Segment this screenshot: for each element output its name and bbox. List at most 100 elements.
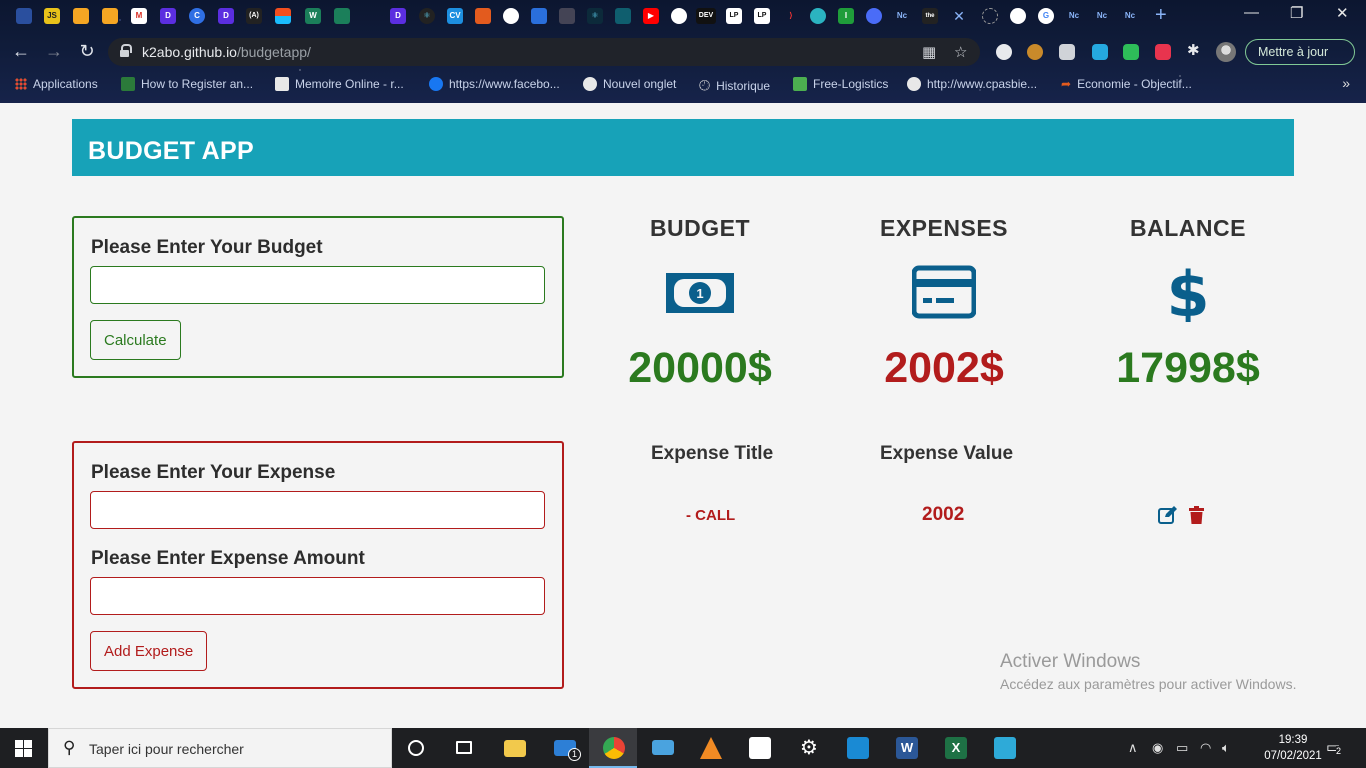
bookmark-facebook[interactable]: https://www.facebo... [429, 77, 560, 91]
url-text[interactable]: k2abo.github.io/budgetapp/ [142, 44, 311, 60]
reload-icon[interactable]: ↻ [76, 41, 98, 62]
tab-favicon-react[interactable]: ⚛ [419, 8, 435, 24]
notification-center-icon[interactable]: ▭ 2 [1326, 738, 1342, 756]
extension-icon-1[interactable] [996, 44, 1012, 60]
tab-favicon-21[interactable] [615, 8, 631, 24]
taskbar-mail[interactable]: 1 [540, 728, 588, 768]
tab-favicon-20[interactable]: ⚛ [587, 8, 603, 24]
tray-overflow-icon[interactable]: ∧ [1128, 740, 1138, 756]
tab-favicon-16[interactable] [475, 8, 491, 24]
taskbar-vscode[interactable] [833, 728, 881, 768]
bookmarks-overflow-icon[interactable]: » [1342, 75, 1350, 91]
close-window-icon[interactable]: ✕ [1336, 4, 1349, 22]
bookmark-economie[interactable]: ➦ Economie - Objectif... [1061, 77, 1192, 91]
extension-icon-2[interactable] [1027, 44, 1043, 60]
tab-favicon-37[interactable]: Nc [1066, 8, 1082, 24]
expense-amount-input[interactable] [90, 577, 545, 615]
tab-favicon-8[interactable]: D [218, 8, 234, 24]
qr-code-icon[interactable]: ▦ [922, 43, 936, 61]
extension-icon-6[interactable] [1155, 44, 1171, 60]
tab-favicon-32[interactable]: the [922, 8, 938, 24]
tab-favicon-13[interactable]: D [390, 8, 406, 24]
update-chrome-button[interactable]: Mettre à jour [1245, 39, 1355, 65]
taskbar-store[interactable] [735, 728, 783, 768]
trash-icon[interactable] [1189, 506, 1204, 529]
tab-favicon-4[interactable] [102, 8, 118, 24]
bookmark-apps[interactable]: Applications [15, 77, 98, 91]
new-tab-icon[interactable]: + [1155, 4, 1167, 27]
tab-favicon-12[interactable] [334, 8, 350, 24]
edit-icon[interactable] [1158, 506, 1178, 529]
tab-favicon-lp2[interactable]: LP [754, 8, 770, 24]
tab-favicon-dev[interactable]: DEV [696, 8, 716, 24]
bookmark-free-logistics[interactable]: Free-Logistics [793, 77, 888, 91]
cortana-button[interactable] [392, 728, 440, 768]
taskbar-clock[interactable]: 19:39 07/02/2021 [1262, 732, 1324, 764]
tray-device-icon[interactable]: ◉ [1152, 740, 1163, 756]
taskbar-word[interactable]: W [882, 728, 930, 768]
taskbar-file-explorer[interactable] [490, 728, 538, 768]
tab-favicon-cv[interactable]: CV [447, 8, 463, 24]
taskbar-chrome[interactable] [589, 728, 637, 768]
tab-favicon-28[interactable] [810, 8, 826, 24]
minimize-icon[interactable]: — [1244, 4, 1259, 21]
restore-icon[interactable]: ❐ [1290, 4, 1303, 22]
camera-extension-icon[interactable] [1059, 44, 1075, 60]
bookmark-star-icon[interactable]: ☆ [954, 43, 967, 61]
tab-favicon-17[interactable] [503, 8, 519, 24]
tab-favicon-39[interactable]: Nc [1122, 8, 1138, 24]
calculate-button[interactable]: Calculate [90, 320, 181, 360]
lock-icon[interactable] [120, 44, 132, 57]
tab-favicon-gmail[interactable]: M [131, 8, 147, 24]
add-expense-button[interactable]: Add Expense [90, 631, 208, 671]
wifi-icon[interactable]: ◠ [1200, 740, 1211, 756]
tab-favicon-3[interactable] [73, 8, 89, 24]
tab-favicon-19[interactable] [559, 8, 575, 24]
download-extension-icon[interactable] [1123, 44, 1139, 60]
tab-favicon-27[interactable]: ⟩ [783, 8, 799, 24]
budget-input[interactable] [90, 266, 545, 304]
tab-favicon-google[interactable]: G [1038, 8, 1054, 24]
bookmark-2[interactable]: How to Register an... [121, 77, 253, 91]
profile-avatar[interactable] [1216, 42, 1236, 62]
battery-icon[interactable]: ▭ [1176, 740, 1188, 756]
address-bar[interactable]: k2abo.github.io/budgetapp/ ▦ ☆ [108, 38, 980, 66]
forward-icon[interactable]: → [43, 41, 65, 62]
taskbar-search[interactable]: ⚲ Taper ici pour rechercher [48, 728, 392, 768]
bookmark-history[interactable]: 🕘︎ Historique [699, 77, 770, 94]
tab-favicon-35[interactable] [1010, 8, 1026, 24]
tab-favicon-youtube[interactable]: ▶ [643, 8, 659, 24]
back-icon[interactable]: ← [10, 41, 32, 62]
taskbar-vlc[interactable] [686, 728, 734, 768]
tab-favicon-31[interactable]: Nc [894, 8, 910, 24]
tab-favicon-lp1[interactable]: LP [726, 8, 742, 24]
tab-favicon-1[interactable] [16, 8, 32, 24]
taskbar-settings[interactable]: ⚙ [784, 728, 832, 768]
task-view-button[interactable] [440, 728, 488, 768]
volume-icon[interactable]: 🔈︎ [1222, 740, 1230, 756]
mail-badge: 1 [568, 748, 581, 761]
tab-favicon-38[interactable]: Nc [1094, 8, 1110, 24]
tab-favicon-figma[interactable] [275, 8, 291, 24]
start-button[interactable] [0, 728, 48, 768]
tab-favicon-30[interactable] [866, 8, 882, 24]
tab-favicon-34[interactable] [982, 8, 998, 24]
tab-close-icon[interactable]: ✕ [951, 8, 967, 24]
bookmark-3[interactable]: Memoire Online - r... [275, 77, 404, 91]
tab-favicon-29[interactable]: I [838, 8, 854, 24]
taskbar-app-14[interactable] [980, 728, 1028, 768]
taskbar-pc[interactable] [638, 728, 686, 768]
tab-favicon-18[interactable] [531, 8, 547, 24]
bookmark-new-tab[interactable]: Nouvel onglet [583, 77, 676, 91]
taskbar-excel[interactable]: X [931, 728, 979, 768]
expense-title-input[interactable] [90, 491, 545, 529]
tab-favicon-9[interactable]: (A) [246, 8, 262, 24]
tab-favicon-11[interactable]: W [305, 8, 321, 24]
bookmark-cpasbien[interactable]: http://www.cpasbie... [907, 77, 1037, 91]
tab-favicon-6[interactable]: D [160, 8, 176, 24]
tab-favicon-7[interactable]: C [189, 8, 205, 24]
extension-icon-4[interactable] [1092, 44, 1108, 60]
tab-favicon-23[interactable] [671, 8, 687, 24]
tab-favicon-2[interactable]: JS [44, 8, 60, 24]
puzzle-extensions-icon[interactable]: ✱ [1187, 41, 1203, 59]
